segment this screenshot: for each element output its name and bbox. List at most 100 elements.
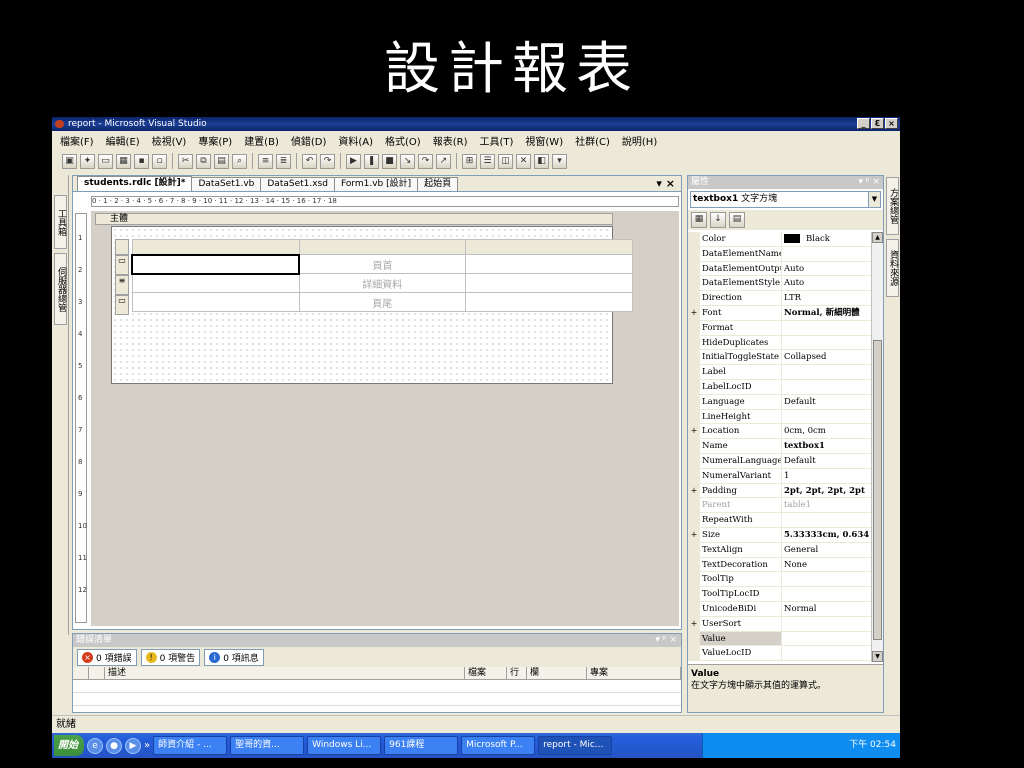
body-section-header[interactable]: 主體 (95, 213, 613, 225)
quick-launch-icon[interactable]: ● (106, 737, 122, 754)
undo-icon[interactable]: ↶ (302, 153, 317, 169)
property-value[interactable] (782, 247, 871, 261)
start-icon[interactable]: ▶ (346, 153, 361, 169)
property-value[interactable]: textbox1 (782, 439, 871, 453)
save-icon[interactable]: ▪ (134, 153, 149, 169)
menu-project[interactable]: 專案(P) (198, 133, 232, 148)
more-icon[interactable]: ▾ (552, 153, 567, 169)
find-icon[interactable]: ⌕ (232, 153, 247, 169)
menu-build[interactable]: 建置(B) (244, 133, 279, 148)
property-value[interactable] (782, 587, 871, 601)
menu-window[interactable]: 視窗(W) (525, 133, 563, 148)
menu-edit[interactable]: 編輯(E) (106, 133, 140, 148)
minimize-button[interactable]: _ (857, 118, 870, 129)
add-item-icon[interactable]: ✦ (80, 153, 95, 169)
property-value[interactable]: LTR (782, 291, 871, 305)
quick-launch-more[interactable]: » (144, 740, 150, 751)
toolbox-tab[interactable]: 工具箱 (54, 195, 67, 249)
property-row[interactable]: LineHeight (688, 409, 871, 425)
table-cell[interactable] (131, 292, 300, 312)
property-value[interactable]: Auto (782, 276, 871, 290)
restore-button[interactable]: Ɛ (871, 118, 884, 129)
footer-row-handle[interactable]: ▭ (115, 295, 129, 315)
property-row[interactable]: UnicodeBiDi Normal (688, 601, 871, 617)
property-grid-scrollbar[interactable]: ▲ ▼ (871, 232, 883, 662)
property-value[interactable]: Black (782, 232, 871, 246)
error-list-controls[interactable]: ▾ ᵖ × (655, 634, 677, 647)
step-out-icon[interactable]: ↗ (436, 153, 451, 169)
property-row[interactable]: Value (688, 631, 871, 647)
alphabetical-icon[interactable]: ↓ (710, 212, 726, 228)
property-value[interactable] (782, 617, 871, 631)
tab-form1-design[interactable]: Form1.vb [設計] (333, 177, 419, 191)
paste-icon[interactable]: ▤ (214, 153, 229, 169)
solution-explorer-tab[interactable]: 方案總管 (886, 177, 899, 235)
table-cell[interactable] (464, 292, 633, 312)
menu-format[interactable]: 格式(O) (385, 133, 421, 148)
property-row[interactable]: Direction LTR (688, 291, 871, 306)
menu-debug[interactable]: 偵錯(D) (291, 133, 327, 148)
menu-data[interactable]: 資料(A) (338, 133, 373, 148)
property-row[interactable]: LabelLocID (688, 379, 871, 395)
property-value[interactable]: Default (782, 395, 871, 409)
expand-icon[interactable]: + (688, 305, 700, 320)
column-header-file[interactable]: 檔案 (465, 667, 507, 679)
property-row[interactable]: NumeralLanguage Default (688, 453, 871, 469)
property-row[interactable]: + Font Normal, 新細明體 (688, 305, 871, 321)
scroll-up-icon[interactable]: ▲ (872, 232, 883, 243)
indent-icon[interactable]: ≣ (276, 153, 291, 169)
table-cell[interactable] (131, 273, 300, 293)
server-explorer-tab[interactable]: 伺服器總管 (54, 253, 67, 325)
column-header-column[interactable]: 欄 (527, 667, 587, 679)
tab-students-rdlc[interactable]: students.rdlc [設計]* (77, 176, 193, 191)
menu-tools[interactable]: 工具(T) (479, 133, 513, 148)
property-row[interactable]: ToolTip (688, 572, 871, 588)
property-value[interactable]: Collapsed (782, 350, 871, 364)
taskbar-item[interactable]: Microsoft P... (461, 736, 536, 755)
table-cell[interactable] (464, 254, 633, 274)
new-project-icon[interactable]: ▣ (62, 153, 77, 169)
property-value[interactable] (782, 632, 871, 646)
errors-filter-button[interactable]: × 0 項錯誤 (77, 648, 137, 666)
add-icon[interactable]: ▦ (116, 153, 131, 169)
table-cell[interactable]: 詳細資料 (298, 273, 466, 293)
column-header-description[interactable]: 描述 (105, 667, 465, 679)
property-value[interactable]: 1 (782, 469, 871, 483)
table-cell[interactable] (464, 273, 633, 293)
close-button[interactable]: × (885, 118, 898, 129)
textbox1[interactable] (130, 253, 301, 275)
property-row[interactable]: NumeralVariant 1 (688, 468, 871, 484)
property-row[interactable]: + UserSort (688, 616, 871, 632)
table1[interactable]: 頁首 詳細資料 頁尾 (130, 239, 633, 312)
property-row[interactable]: ValueLocID (688, 646, 871, 662)
open-icon[interactable]: ▭ (98, 153, 113, 169)
property-row[interactable]: Language Default (688, 394, 871, 410)
expand-icon[interactable]: + (688, 483, 700, 498)
property-row[interactable]: HideDuplicates (688, 335, 871, 351)
stop-icon[interactable]: ■ (382, 153, 397, 169)
tab-start-page[interactable]: 起始頁 (417, 177, 459, 191)
column-handle[interactable] (131, 239, 300, 255)
tab-dataset1-xsd[interactable]: DataSet1.xsd (260, 177, 335, 191)
menu-report[interactable]: 報表(R) (433, 133, 468, 148)
start-button[interactable]: 開始 (54, 735, 84, 756)
property-value[interactable]: Normal (782, 602, 871, 616)
column-header[interactable] (89, 667, 105, 679)
property-value[interactable] (782, 410, 871, 424)
step-into-icon[interactable]: ↘ (400, 153, 415, 169)
column-header[interactable] (73, 667, 89, 679)
property-row[interactable]: InitialToggleState Collapsed (688, 350, 871, 366)
column-header-project[interactable]: 專案 (587, 667, 681, 679)
properties-title[interactable]: 屬性 ▾ ᵖ × (688, 176, 883, 189)
data-sources-tab[interactable]: 資料來源 (886, 239, 899, 297)
properties-controls[interactable]: ▾ ᵖ × (858, 176, 880, 189)
property-value[interactable]: 2pt, 2pt, 2pt, 2pt (782, 484, 871, 498)
property-value[interactable] (782, 365, 871, 379)
property-row[interactable]: DataElementName (688, 246, 871, 262)
media-player-icon[interactable]: ▶ (125, 737, 141, 754)
copy-icon[interactable]: ⧉ (196, 153, 211, 169)
expand-icon[interactable]: + (688, 616, 700, 631)
property-value[interactable]: General (782, 543, 871, 557)
object-selector[interactable]: textbox1 文字方塊 ▼ (690, 191, 881, 208)
column-header-line[interactable]: 行 (507, 667, 527, 679)
